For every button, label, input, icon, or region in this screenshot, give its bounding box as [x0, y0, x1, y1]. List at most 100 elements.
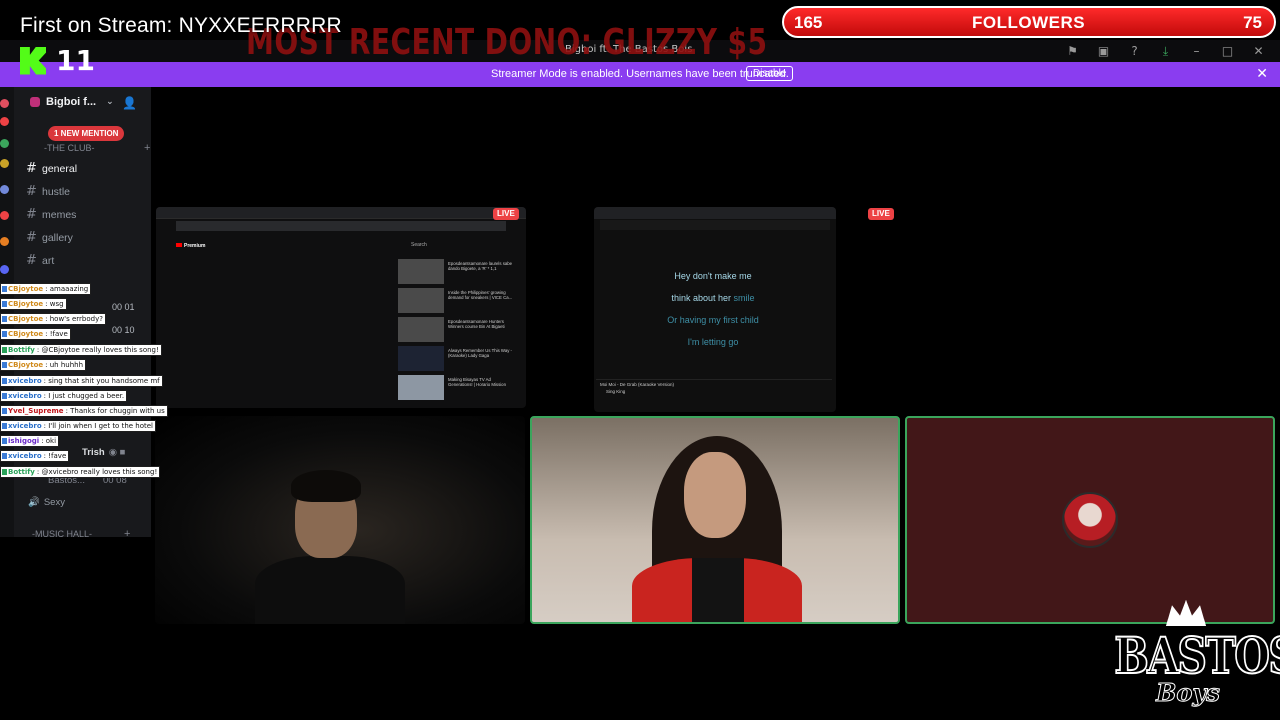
logo-text: BASTOS	[1113, 625, 1280, 686]
lyric-upcoming: Or having my first child	[667, 315, 759, 325]
logo-subtext: Boys	[1156, 678, 1221, 708]
video-title: Inside the Philippines' growing demand f…	[448, 290, 513, 300]
inbox-icon[interactable]: ⚑	[1057, 42, 1088, 60]
new-mention-badge[interactable]: 1 NEW MENTION	[48, 126, 125, 141]
window-controls: ⚑ ▣ ? ⤓ – □ ✕	[1057, 42, 1274, 60]
user-avatar	[1062, 492, 1118, 548]
download-icon[interactable]: ⤓	[1150, 42, 1181, 60]
server-icon[interactable]	[0, 185, 9, 194]
disable-streamer-mode-button[interactable]: Disable	[746, 66, 794, 81]
add-channel-icon[interactable]: +	[144, 142, 150, 154]
followers-current: 165	[794, 13, 823, 32]
webcam-tile-2[interactable]	[530, 416, 900, 624]
first-on-stream-overlay: First on Stream: NYXXEERRRRR	[20, 14, 342, 37]
badge-icon	[2, 301, 7, 307]
lyric-line: Hey don't make me	[594, 271, 832, 281]
video-thumbnail	[398, 259, 444, 284]
youtube-logo: Premium	[176, 243, 205, 249]
chat-text: : Thanks for chuggin with us	[65, 407, 165, 415]
lyric-sung: Hey don't make me	[674, 271, 752, 281]
browser-tab-bar	[594, 207, 836, 219]
hash-icon: #	[26, 207, 37, 222]
server-name: Bigboi f...	[46, 96, 97, 108]
chat-message: CBjoytoe: how's errbody?	[0, 313, 106, 325]
now-playing-title: Moi Moi - De Grab (Karaoke Version)	[600, 382, 675, 387]
channel-hustle[interactable]: # hustle	[26, 184, 70, 199]
screen-icon[interactable]: ▣	[1088, 42, 1119, 60]
channel-label: memes	[42, 208, 77, 221]
chat-text: : !fave	[45, 330, 68, 338]
minimize-icon[interactable]: –	[1181, 42, 1212, 60]
server-icon[interactable]	[0, 99, 9, 108]
chat-username: CBjoytoe	[8, 330, 44, 338]
server-icon[interactable]	[0, 139, 9, 148]
screen-share-tile-1[interactable]: Premium Search Eposdeantsamonare laurels…	[156, 207, 526, 408]
channel-label: Sexy	[43, 497, 65, 508]
category-music-hall[interactable]: -MUSIC HALL- +	[32, 528, 130, 540]
channel-general[interactable]: # general	[26, 161, 77, 176]
badge-icon	[2, 469, 7, 475]
badge-icon	[2, 347, 7, 353]
voice-channel-sexy[interactable]: 🔊 Sexy	[28, 497, 65, 508]
chat-username: xvicebro	[8, 422, 42, 430]
server-icon[interactable]	[0, 117, 9, 126]
server-icon[interactable]	[0, 265, 9, 274]
chat-message: CBjoytoe: uh huhhh	[0, 359, 87, 371]
add-member-icon[interactable]: 👤	[122, 96, 137, 110]
search-box: Search	[411, 242, 427, 248]
lyric-line: I'm letting go	[594, 337, 832, 347]
chat-text: : amaaazing	[45, 285, 89, 293]
webcam-tile-1[interactable]	[155, 416, 525, 624]
chat-username: xvicebro	[8, 392, 42, 400]
participant-video	[255, 556, 405, 624]
category-the-club[interactable]: -THE CLUB- +	[44, 142, 150, 154]
screen-share-tile-2[interactable]: Hey don't make me think about her smile …	[594, 207, 836, 412]
badge-icon	[2, 423, 7, 429]
live-badge: LIVE	[868, 208, 894, 220]
server-icon[interactable]	[0, 159, 9, 168]
help-icon[interactable]: ?	[1119, 42, 1150, 60]
channel-art[interactable]: # art	[26, 253, 54, 268]
chat-username: CBjoytoe	[8, 300, 44, 308]
chat-message: CBjoytoe: !fave	[0, 328, 71, 340]
avatar-tile[interactable]	[905, 416, 1275, 624]
channel-name: Sing King	[606, 389, 626, 394]
video-title: Eposdeantsamonare Hunters Winners course…	[448, 319, 505, 329]
chat-message: xvicebro: sing that shit you handsome mf	[0, 375, 163, 387]
hash-icon: #	[26, 253, 37, 268]
chat-message: Bottify: @xvicebro really loves this son…	[0, 466, 161, 478]
followers-label: FOLLOWERS	[972, 13, 1086, 32]
lyric-line: Or having my first child	[594, 315, 832, 325]
chat-username: CBjoytoe	[8, 285, 44, 293]
kick-logo-icon	[20, 46, 46, 75]
chat-text: : @CBjoytoe really loves this song!	[36, 346, 159, 354]
server-icon[interactable]	[0, 211, 9, 220]
maximize-icon[interactable]: □	[1212, 42, 1243, 60]
chat-username: Bottify	[8, 468, 35, 476]
close-window-icon[interactable]: ✕	[1243, 42, 1274, 60]
server-header[interactable]: Bigboi f... ⌄	[30, 96, 114, 108]
video-title: Making Bisayas TV Ad Generations! | Hora…	[448, 377, 506, 387]
video-thumbnail	[398, 346, 444, 371]
live-badge: LIVE	[493, 208, 519, 220]
chat-message: ishigogi: oki	[0, 435, 60, 447]
channel-gallery[interactable]: # gallery	[26, 230, 73, 245]
chat-message: CBjoytoe: wsg	[0, 298, 67, 310]
followers-goal-bar: 165 FOLLOWERS 75	[782, 6, 1276, 38]
video-title: Always Remember Us This Way - (Karaoke) …	[448, 348, 512, 358]
participant-hair	[291, 470, 361, 502]
badge-icon	[2, 453, 7, 459]
streamer-mode-message: Streamer Mode is enabled. Usernames have…	[491, 68, 789, 80]
participant-face	[684, 452, 746, 538]
kick-viewer-counter: 11	[20, 44, 95, 77]
crown-icon	[1166, 600, 1206, 626]
channel-label: hustle	[42, 185, 71, 198]
close-banner-icon[interactable]: ✕	[1256, 66, 1268, 82]
badge-icon	[2, 286, 7, 292]
lyric-line: think about her smile	[594, 293, 832, 303]
server-icon[interactable]	[0, 237, 9, 246]
hash-icon: #	[26, 184, 37, 199]
video-title: Eposdeantsamonare laurels sabe dando Big…	[448, 261, 513, 271]
channel-memes[interactable]: # memes	[26, 207, 76, 222]
add-channel-icon[interactable]: +	[124, 528, 130, 540]
